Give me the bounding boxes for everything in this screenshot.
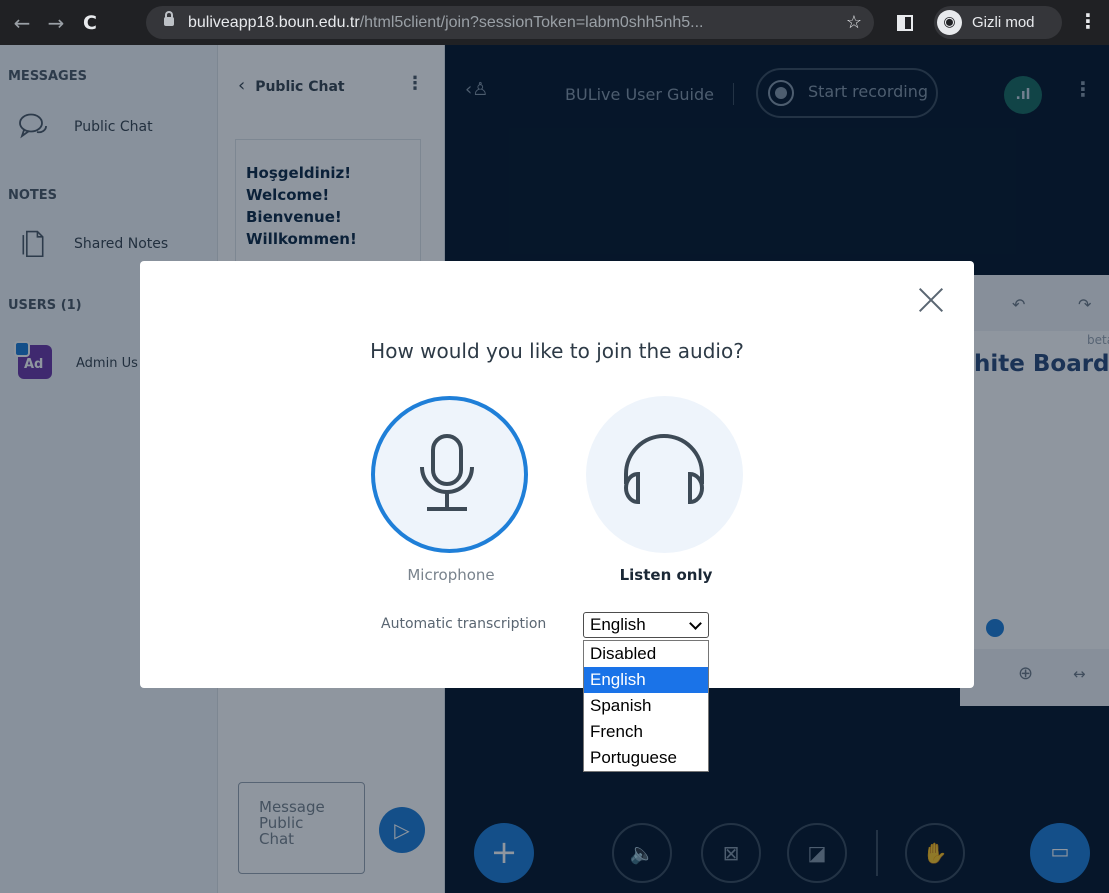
forward-icon[interactable]: → <box>42 9 70 37</box>
listen-only-label: Listen only <box>619 566 713 584</box>
dropdown-option-english[interactable]: English <box>584 667 708 693</box>
microphone-label: Microphone <box>407 566 495 584</box>
microphone-icon <box>420 434 474 511</box>
browser-toolbar: ← → C buliveapp18.boun.edu.tr/html5clien… <box>0 0 1109 45</box>
profile-label: Gizli mod <box>972 14 1035 31</box>
transcription-dropdown-list: Disabled English Spanish French Portugue… <box>583 640 709 772</box>
address-bar[interactable]: buliveapp18.boun.edu.tr/html5client/join… <box>146 6 874 39</box>
browser-menu-icon[interactable]: ⋮ <box>1078 9 1098 33</box>
lock-icon[interactable] <box>164 11 174 26</box>
bookmark-star-icon[interactable]: ☆ <box>846 6 862 39</box>
reload-icon[interactable]: C <box>76 9 104 37</box>
transcription-label: Automatic transcription <box>381 616 547 632</box>
dropdown-option-french[interactable]: French <box>584 719 708 745</box>
microphone-option-button[interactable]: Microphone <box>371 396 531 584</box>
url-path: /html5client/join?sessionToken=labm0shh5… <box>359 14 704 31</box>
url-host: buliveapp18.boun.edu.tr <box>188 14 360 31</box>
transcription-select[interactable]: English <box>583 612 709 638</box>
close-icon[interactable] <box>918 287 944 313</box>
dropdown-option-disabled[interactable]: Disabled <box>584 641 708 667</box>
dropdown-option-portuguese[interactable]: Portuguese <box>584 745 708 771</box>
incognito-profile-button[interactable]: ◉ Gizli mod <box>934 6 1062 39</box>
modal-title: How would you like to join the audio? <box>370 339 744 363</box>
listen-only-option-button[interactable]: Listen only <box>586 396 746 584</box>
side-panel-icon[interactable] <box>897 15 913 31</box>
join-audio-modal: How would you like to join the audio? Mi… <box>140 261 974 688</box>
transcription-selected-value: English <box>590 615 646 634</box>
back-icon[interactable]: ← <box>8 9 36 37</box>
headphones-icon <box>624 434 704 505</box>
incognito-icon: ◉ <box>937 10 962 35</box>
chevron-down-icon <box>689 617 702 630</box>
dropdown-option-spanish[interactable]: Spanish <box>584 693 708 719</box>
